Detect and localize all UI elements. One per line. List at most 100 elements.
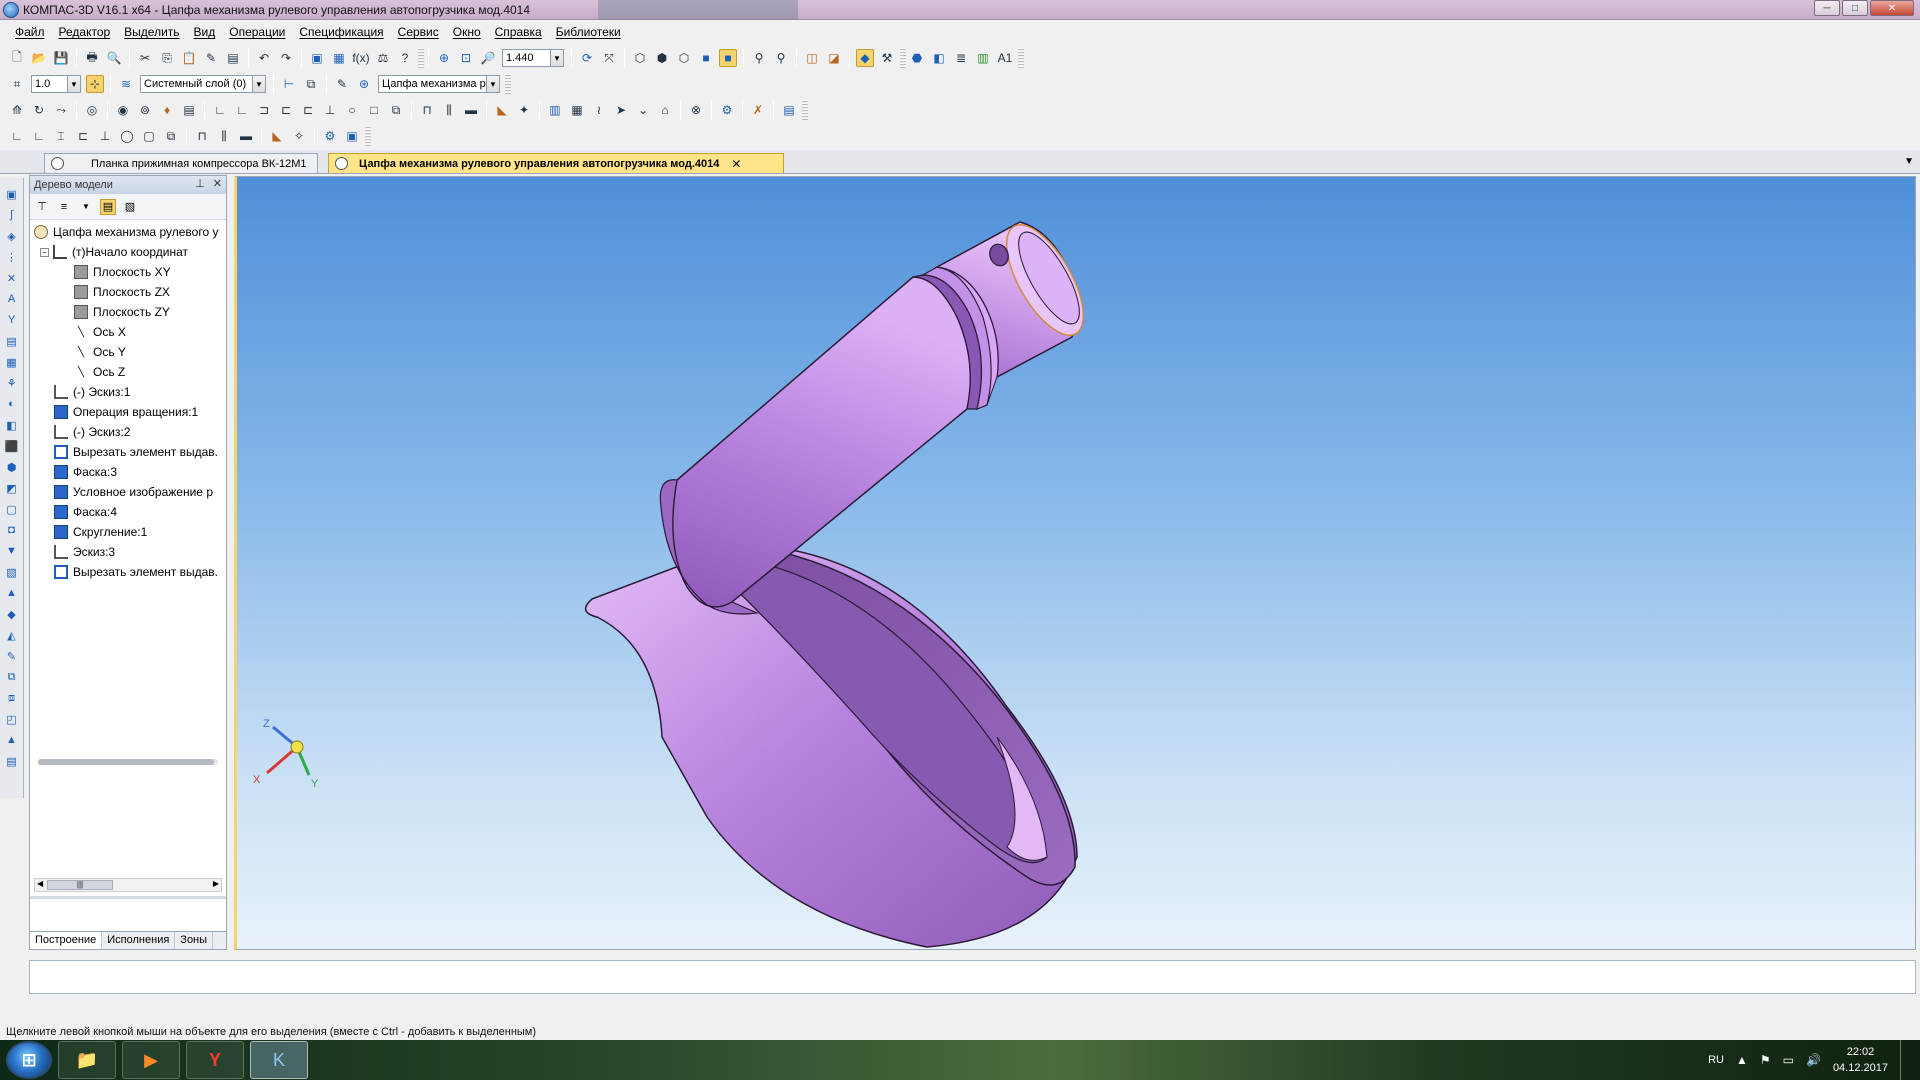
help-pointer-icon[interactable]: ?: [396, 49, 414, 67]
tree-node-axis-x[interactable]: ╲ Ось X: [34, 322, 222, 342]
chevron-down-icon[interactable]: ▼: [550, 50, 563, 66]
kinematic-icon[interactable]: ⤳: [52, 101, 70, 119]
halftone-icon[interactable]: ■: [697, 49, 715, 67]
specification-icon[interactable]: ▤: [780, 101, 798, 119]
thread-icon[interactable]: ⊚: [136, 101, 154, 119]
variables-icon[interactable]: f(x): [352, 49, 370, 67]
paste-icon[interactable]: 📋: [180, 49, 198, 67]
volume-icon[interactable]: 🔊: [1806, 1053, 1821, 1067]
rotate-icon[interactable]: ⟳: [578, 49, 596, 67]
spring-icon[interactable]: ≀: [590, 101, 608, 119]
double-icon[interactable]: ⫼: [215, 127, 233, 145]
show-desktop-button[interactable]: [1900, 1040, 1912, 1080]
print-preview-icon[interactable]: 🔍: [105, 49, 123, 67]
tree-node-chamfer-4[interactable]: Фаска:4: [34, 502, 222, 522]
tree-node-cut-extrude-2[interactable]: Вырезать элемент выдав.: [34, 562, 222, 582]
wireframe-icon[interactable]: ⬡: [631, 49, 649, 67]
render-panel-icon[interactable]: ◭: [4, 627, 20, 643]
panel-divider[interactable]: [30, 896, 226, 899]
copy-icon[interactable]: ⎘: [158, 49, 176, 67]
language-indicator[interactable]: RU: [1708, 1054, 1724, 1066]
shading-icon[interactable]: ◆: [856, 49, 874, 67]
tree-node-sketch-1[interactable]: (-) Эскиз:1: [34, 382, 222, 402]
geometry-panel-icon[interactable]: ▣: [4, 186, 20, 202]
clock[interactable]: 22:02 04.12.2017: [1833, 1044, 1888, 1076]
weld-panel-icon[interactable]: ◩: [4, 480, 20, 496]
frame-panel-icon[interactable]: ▢: [4, 501, 20, 517]
save-icon[interactable]: 💾: [52, 49, 70, 67]
tools-panel-icon[interactable]: ▲: [4, 585, 20, 601]
arrow-right-icon[interactable]: ➤: [612, 101, 630, 119]
library-panel-icon[interactable]: ◆: [4, 606, 20, 622]
menu-service[interactable]: Сервис: [391, 25, 446, 39]
frame-icon[interactable]: ⊓: [193, 127, 211, 145]
square-icon[interactable]: ▢: [140, 127, 158, 145]
measurement-panel-icon[interactable]: Y: [4, 312, 20, 328]
t-shape-icon[interactable]: ⊥: [96, 127, 114, 145]
yandex-browser-taskbar-button[interactable]: Y: [186, 1041, 244, 1079]
hatch-icon[interactable]: ▥: [546, 101, 564, 119]
manager-icon[interactable]: ▣: [308, 49, 326, 67]
hole-icon[interactable]: ◉: [114, 101, 132, 119]
print-panel-icon[interactable]: ⧈: [4, 690, 20, 706]
menu-file[interactable]: Файл: [8, 25, 52, 39]
cable-panel-icon[interactable]: ▼: [4, 543, 20, 559]
tree-node-axis-z[interactable]: ╲ Ось Z: [34, 362, 222, 382]
selection-filter-icon[interactable]: ⚲: [772, 49, 790, 67]
rib-icon[interactable]: ♦: [158, 101, 176, 119]
report-panel-icon[interactable]: ⚘: [4, 375, 20, 391]
triangle-2-icon[interactable]: ◣: [268, 127, 286, 145]
zoom-all-icon[interactable]: ⊡: [457, 49, 475, 67]
tree-node-cut-extrude-1[interactable]: Вырезать элемент выдав.: [34, 442, 222, 462]
cut-icon[interactable]: ✂: [136, 49, 154, 67]
gear-plus-icon[interactable]: ⚙: [321, 127, 339, 145]
tree-inner-scrollbar[interactable]: [38, 759, 218, 765]
curves-panel-icon[interactable]: ∫: [4, 207, 20, 223]
bracket-icon[interactable]: ⊏: [277, 101, 295, 119]
tab-zones[interactable]: Зоны: [175, 932, 214, 949]
scroll-thumb[interactable]: |||: [47, 880, 113, 890]
network-icon[interactable]: ▭: [1783, 1053, 1794, 1067]
array-icon[interactable]: ⊓: [418, 101, 436, 119]
line-icon[interactable]: ∟: [211, 101, 229, 119]
diamond-point-icon[interactable]: ✧: [290, 127, 308, 145]
halftone-edges-icon[interactable]: ■: [719, 49, 737, 67]
zoom-icon[interactable]: 🔎: [479, 49, 497, 67]
mold-panel-icon[interactable]: ⬢: [4, 459, 20, 475]
menu-help[interactable]: Справка: [488, 25, 549, 39]
aux-geometry-panel-icon[interactable]: ✕: [4, 270, 20, 286]
tree-view-mode-icon[interactable]: ≡: [56, 199, 72, 215]
tree-node-chamfer-3[interactable]: Фаска:3: [34, 462, 222, 482]
menu-libraries[interactable]: Библиотеки: [549, 25, 628, 39]
media-player-taskbar-button[interactable]: ▶: [122, 1041, 180, 1079]
close-tab-icon[interactable]: ✕: [731, 157, 741, 171]
zoom-combo[interactable]: 1.440 ▼: [502, 49, 564, 67]
format-brush-icon[interactable]: ✎: [202, 49, 220, 67]
maximize-button[interactable]: □: [1842, 0, 1868, 16]
tree-node-axis-y[interactable]: ╲ Ось Y: [34, 342, 222, 362]
c-profile-icon[interactable]: ⊏: [299, 101, 317, 119]
arch-icon[interactable]: ⌂: [656, 101, 674, 119]
new-document-icon[interactable]: 🗋: [8, 49, 26, 67]
close-panel-icon[interactable]: ✕: [213, 177, 222, 190]
section-icon[interactable]: ◪: [825, 49, 843, 67]
tree-node-sketch-3[interactable]: Эскиз:3: [34, 542, 222, 562]
layer-icon[interactable]: ≋: [117, 75, 135, 93]
loft-icon[interactable]: ◎: [83, 101, 101, 119]
mark-panel-icon[interactable]: ◰: [4, 711, 20, 727]
rectangle-icon[interactable]: □: [365, 101, 383, 119]
grid-icon[interactable]: ⌗: [8, 75, 26, 93]
tree-node-thread[interactable]: Условное изображение р: [34, 482, 222, 502]
solid-icon[interactable]: ▬: [462, 101, 480, 119]
chevron-icon[interactable]: ⌄: [634, 101, 652, 119]
tools-icon[interactable]: ⚒: [878, 49, 896, 67]
filter-panel-icon[interactable]: ▤: [4, 333, 20, 349]
extrude-icon[interactable]: ⟰: [8, 101, 26, 119]
3d-viewport[interactable]: Z X Y: [234, 176, 1916, 950]
menu-window[interactable]: Окно: [446, 25, 488, 39]
layer-combo[interactable]: Системный слой (0) ▼: [140, 75, 266, 93]
l-shape-icon[interactable]: ∟: [8, 127, 26, 145]
plane-view-icon[interactable]: ◧: [930, 49, 948, 67]
cube-panel-icon[interactable]: ⬛: [4, 438, 20, 454]
mirror-icon[interactable]: ⫼: [440, 101, 458, 119]
